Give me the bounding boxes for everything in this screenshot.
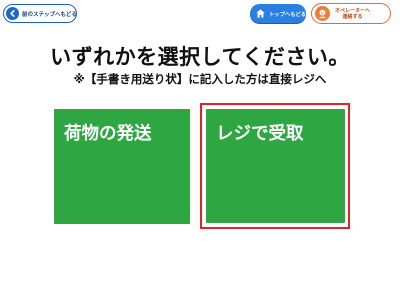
back-button[interactable]: 前のステップへもどる: [3, 4, 77, 23]
operator-face-icon: [315, 6, 330, 21]
top-button[interactable]: トップへもどる: [250, 4, 306, 23]
ship-luggage-button[interactable]: 荷物の発送: [54, 109, 190, 224]
receive-at-register-label: レジで受取: [216, 124, 304, 144]
home-icon: [255, 4, 266, 23]
operator-button[interactable]: オペレーターへ 連絡する: [311, 3, 391, 24]
operator-button-label: オペレーターへ 連絡する: [335, 7, 371, 20]
back-arrow-icon: [6, 7, 19, 20]
back-button-label: 前のステップへもどる: [22, 11, 77, 18]
receive-at-register-button[interactable]: レジで受取: [206, 109, 345, 223]
top-button-label: トップへもどる: [269, 11, 306, 18]
instruction-note: ※【手書き用送り状】に記入した方は直接レジへ: [73, 72, 327, 86]
page-title: いずれかを選択してください。: [50, 45, 350, 69]
ship-luggage-label: 荷物の発送: [64, 124, 152, 144]
